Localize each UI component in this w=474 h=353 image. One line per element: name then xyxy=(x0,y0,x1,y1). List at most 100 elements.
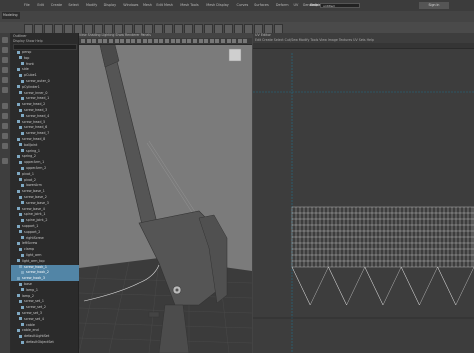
menu-item[interactable]: File xyxy=(24,3,30,7)
viewport-tool-icon[interactable] xyxy=(215,39,220,43)
outliner-item[interactable]: lowerArm xyxy=(11,183,88,188)
viewport-tool-icon[interactable] xyxy=(243,39,248,43)
mode-select[interactable]: Modeling xyxy=(2,12,20,19)
menu-item[interactable]: Surfaces xyxy=(254,3,269,7)
outliner-item[interactable]: screw_inner_0 xyxy=(11,91,86,96)
outliner-item[interactable]: screw_set_4 xyxy=(11,317,86,322)
outliner-item[interactable]: screw_head_6 xyxy=(11,125,86,130)
viewport-tool-icon[interactable] xyxy=(103,39,108,43)
menu-item[interactable]: Deform xyxy=(276,3,289,7)
outliner-item[interactable]: screw_base_4 xyxy=(11,207,84,212)
outliner-item[interactable]: pCylinder1 xyxy=(11,85,84,90)
outliner-item[interactable]: cable xyxy=(11,323,88,328)
layout-four-icon[interactable] xyxy=(2,113,8,119)
viewport-tool-icon[interactable] xyxy=(114,39,119,43)
move-tool-icon[interactable] xyxy=(2,67,8,73)
outliner-item[interactable]: screw_base_3 xyxy=(11,201,88,206)
viewport-tool-icon[interactable] xyxy=(92,39,97,43)
menu-item[interactable]: Create xyxy=(51,3,62,7)
outliner-item[interactable]: lamp_2 xyxy=(11,294,84,299)
outliner-item[interactable]: upperArm_1 xyxy=(11,160,86,165)
viewport-tool-icon[interactable] xyxy=(170,39,175,43)
lasso-tool-icon[interactable] xyxy=(2,47,8,53)
scale-tool-icon[interactable] xyxy=(2,87,8,93)
menu-item[interactable]: UV xyxy=(294,3,299,7)
outliner-item[interactable]: defaultObjectSet xyxy=(11,340,88,345)
outliner-item[interactable]: screw_head_5 xyxy=(11,120,84,125)
menu-item[interactable]: Mesh xyxy=(143,3,152,7)
menu-item[interactable]: Windows xyxy=(123,3,138,7)
viewport-tool-icon[interactable] xyxy=(137,39,141,43)
outliner-item[interactable]: spring_2 xyxy=(11,154,84,159)
menu-item[interactable]: Select xyxy=(68,3,78,7)
viewport-tool-icon[interactable] xyxy=(120,39,125,43)
viewport-tool-icon[interactable] xyxy=(153,39,158,43)
outliner-item[interactable]: support_1 xyxy=(11,224,84,229)
outliner-item[interactable]: spine_joint_2 xyxy=(11,218,88,223)
viewport-tool-icon[interactable] xyxy=(204,39,209,43)
outliner-item[interactable]: pivot_2 xyxy=(11,178,86,183)
viewport-tool-icon[interactable] xyxy=(131,39,136,43)
outliner-item[interactable]: screw_base_2 xyxy=(11,195,86,200)
outliner-item[interactable]: base xyxy=(11,282,86,287)
outliner-item[interactable]: spine_joint_1 xyxy=(11,212,86,217)
viewport-tool-icon[interactable] xyxy=(165,39,169,43)
viewport-tool-icon[interactable] xyxy=(221,39,225,43)
outliner-toggle-icon[interactable] xyxy=(2,143,8,149)
outliner-item[interactable]: front xyxy=(11,62,88,67)
outliner-item[interactable]: screw_head_2 xyxy=(11,102,84,107)
outliner-item[interactable]: side xyxy=(11,67,84,72)
viewport-tool-icon[interactable] xyxy=(198,39,203,43)
viewport-tool-icon[interactable] xyxy=(159,39,164,43)
outliner-item[interactable]: spring_1 xyxy=(11,149,88,154)
rotate-tool-icon[interactable] xyxy=(2,77,8,83)
viewport-tool-icon[interactable] xyxy=(237,39,242,43)
viewport-tool-icon[interactable] xyxy=(181,39,186,43)
viewport-tool-icon[interactable] xyxy=(97,39,102,43)
viewport-tool-icon[interactable] xyxy=(142,39,147,43)
search-icon[interactable] xyxy=(2,158,8,164)
layout-single-icon[interactable] xyxy=(2,103,8,109)
paint-select-icon[interactable] xyxy=(2,57,8,63)
outliner-item[interactable]: screw_hook_2 xyxy=(11,270,88,276)
outliner-item[interactable]: screw_head_7 xyxy=(11,131,88,136)
outliner-item[interactable]: screw_set_2 xyxy=(11,305,88,310)
outliner-item[interactable]: screw_base_1 xyxy=(11,189,84,194)
outliner-item[interactable]: cable_end xyxy=(11,328,84,333)
viewport-tool-icon[interactable] xyxy=(109,39,113,43)
outliner-item[interactable]: pivot_1 xyxy=(11,172,84,177)
outliner-item[interactable]: rightScrew xyxy=(11,236,88,241)
outliner-item[interactable]: lamp_1 xyxy=(11,288,88,293)
uv-editor-panel[interactable]: UV Editor Edit Create Select Cut/Sew Mod… xyxy=(253,33,474,353)
outliner-item[interactable]: light_arm_top xyxy=(11,259,84,264)
viewport-tool-icon[interactable] xyxy=(232,39,237,43)
menu-item[interactable]: Mesh Tools xyxy=(180,3,198,7)
outliner-item[interactable]: upperArm_2 xyxy=(11,166,88,171)
outliner-item[interactable]: light_arm xyxy=(11,253,88,258)
menu-item[interactable]: Edit Mesh xyxy=(156,3,173,7)
viewport-tool-icon[interactable] xyxy=(209,39,214,43)
layout-stack-icon[interactable] xyxy=(2,133,8,139)
scene-name-field[interactable]: untitled xyxy=(320,3,360,8)
outliner-item[interactable]: screw_hook_3 xyxy=(11,276,84,282)
viewport-tool-icon[interactable] xyxy=(148,39,153,43)
viewport-tool-icon[interactable] xyxy=(125,39,130,43)
outliner-item[interactable]: ballJoint xyxy=(11,143,86,148)
viewport-tool-icon[interactable] xyxy=(81,39,85,43)
perspective-viewport[interactable]: View Shading Lighting Show Renderer Pane… xyxy=(79,33,252,353)
outliner-item[interactable]: support_2 xyxy=(11,230,86,235)
viewport-tool-icon[interactable] xyxy=(176,39,181,43)
outliner-item[interactable]: screw_hook_1 xyxy=(11,264,86,270)
menu-item[interactable]: Display xyxy=(104,3,117,7)
outliner-item[interactable]: persp xyxy=(11,50,84,55)
outliner-item[interactable]: leftScrew xyxy=(11,241,84,246)
viewport-tool-icon[interactable] xyxy=(226,39,231,43)
layout-side-icon[interactable] xyxy=(2,123,8,129)
menu-item[interactable]: Mesh Display xyxy=(206,3,229,7)
outliner-item[interactable]: pCube1 xyxy=(11,73,86,78)
outliner-item[interactable]: screw_head_8 xyxy=(11,137,84,142)
viewport-tool-icon[interactable] xyxy=(187,39,192,43)
outliner-item[interactable]: screw_set_3 xyxy=(11,311,84,316)
outliner-item[interactable]: screw_outer_0 xyxy=(11,79,88,84)
outliner-item[interactable]: screw_head_1 xyxy=(11,96,88,101)
